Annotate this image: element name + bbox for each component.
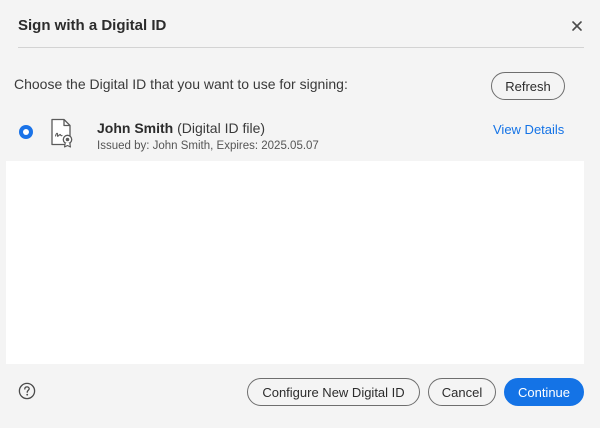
- digital-id-list-empty-area: [6, 161, 584, 364]
- dialog-header: Sign with a Digital ID: [18, 0, 584, 48]
- digital-id-row[interactable]: John Smith (Digital ID file) Issued by: …: [0, 110, 600, 160]
- digital-id-title: John Smith (Digital ID file): [97, 120, 265, 136]
- help-button[interactable]: [18, 382, 36, 400]
- view-details-link[interactable]: View Details: [493, 122, 564, 137]
- digital-id-radio[interactable]: [19, 125, 33, 139]
- cancel-button[interactable]: Cancel: [428, 378, 496, 406]
- certificate-icon: [51, 118, 73, 148]
- continue-button[interactable]: Continue: [504, 378, 584, 406]
- close-button[interactable]: [570, 19, 584, 33]
- sign-with-digital-id-dialog: Sign with a Digital ID Choose the Digita…: [0, 0, 600, 428]
- help-icon: [18, 382, 36, 400]
- digital-id-name: John Smith: [97, 120, 174, 136]
- digital-id-meta: Issued by: John Smith, Expires: 2025.05.…: [97, 140, 319, 152]
- digital-id-type: (Digital ID file): [177, 120, 266, 136]
- configure-new-digital-id-button[interactable]: Configure New Digital ID: [247, 378, 420, 406]
- dialog-title: Sign with a Digital ID: [18, 17, 167, 34]
- close-icon: [572, 21, 582, 31]
- refresh-button[interactable]: Refresh: [491, 72, 565, 100]
- choose-id-prompt: Choose the Digital ID that you want to u…: [14, 76, 348, 92]
